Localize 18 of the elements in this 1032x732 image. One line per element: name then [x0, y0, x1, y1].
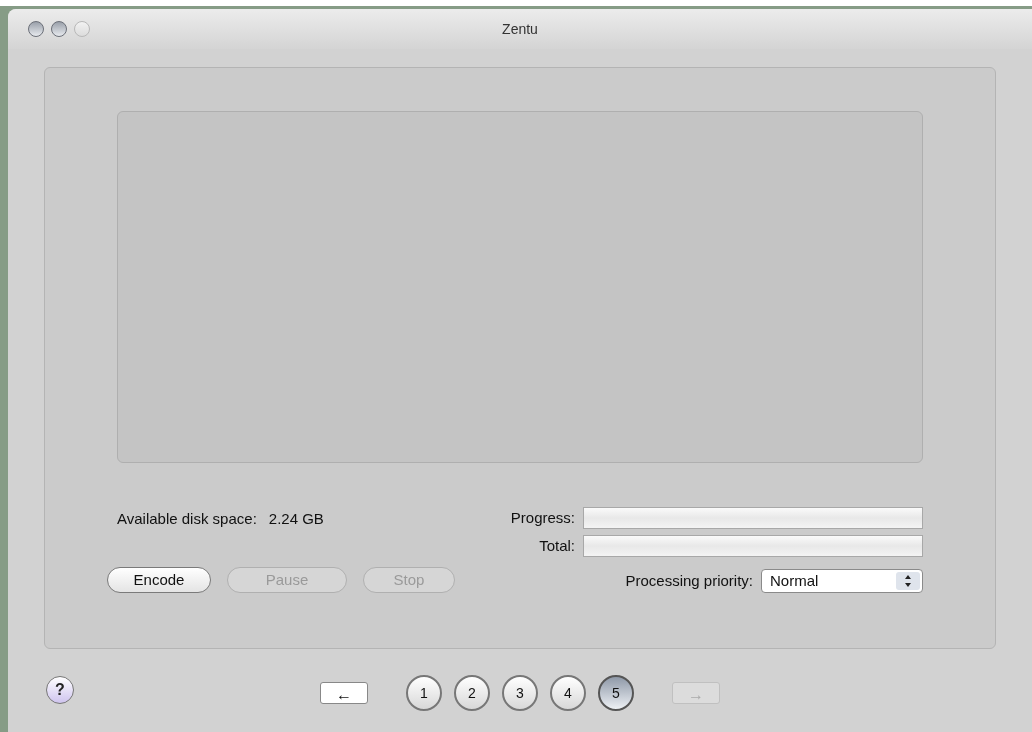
step-button[interactable]: 2 [454, 675, 490, 711]
disk-space-label: Available disk space: [117, 508, 257, 529]
step-button[interactable]: 1 [406, 675, 442, 711]
priority-select[interactable]: Normal [761, 569, 923, 593]
step-button[interactable]: 4 [550, 675, 586, 711]
help-button[interactable]: ? [46, 676, 74, 704]
disk-space-value: 2.24 GB [268, 508, 324, 529]
meter-label: Progress: [510, 507, 575, 528]
priority-label: Processing priority: [625, 570, 753, 591]
window-title: Zentu [502, 19, 538, 39]
stepper-icon [896, 572, 920, 590]
back-button[interactable]: ← [320, 682, 368, 704]
meter-label: Total: [539, 535, 575, 556]
window-control-button[interactable] [51, 21, 67, 37]
action-button[interactable]: Encode [107, 567, 211, 593]
step-button[interactable]: 5 [598, 675, 634, 711]
step-button[interactable]: 3 [502, 675, 538, 711]
window-control-button[interactable] [28, 21, 44, 37]
